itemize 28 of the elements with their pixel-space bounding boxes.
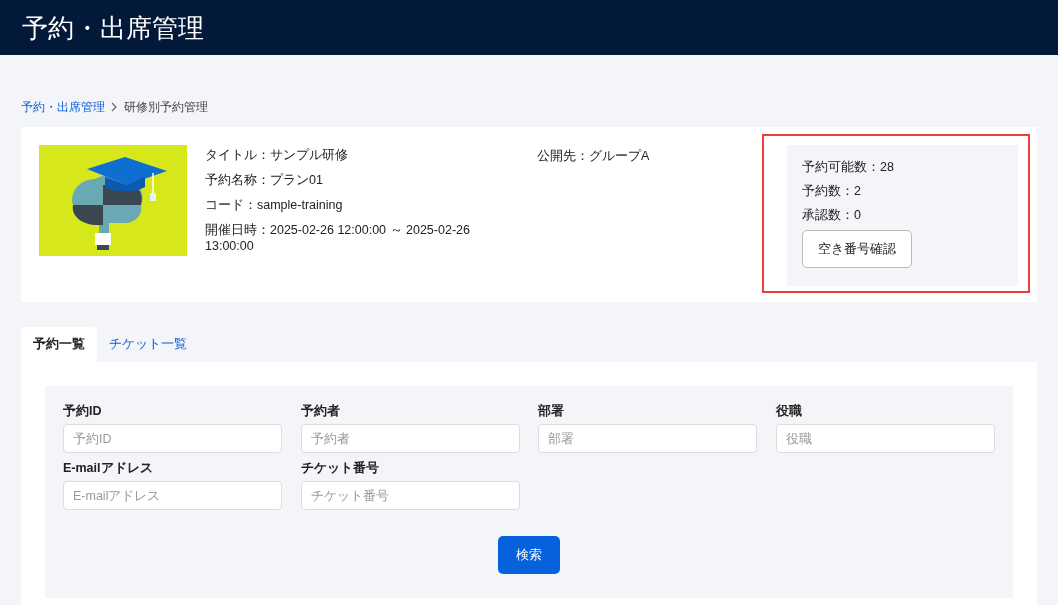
field-label: 予約ID — [63, 404, 103, 418]
training-detail: コード：sample-training — [205, 197, 344, 213]
count-text: 予約可能数：28 — [802, 160, 895, 175]
input-field[interactable]: 部署 — [538, 424, 757, 453]
input-field[interactable]: チケット番号 — [300, 481, 520, 510]
breadcrumb-current: 研修別予約管理 — [124, 98, 208, 116]
field-label: 予約者 — [300, 404, 341, 418]
training-detail: タイトル：サンプル研修 — [205, 147, 349, 163]
training-detail: 開催日時：2025-02-26 12:00:00 ～ 2025-02-26 13:00:00 — [205, 222, 471, 254]
tab[interactable]: チケット一覧 — [97, 327, 199, 362]
input-field[interactable]: E-mailアドレス — [63, 481, 282, 510]
field-label: E-mailアドレス — [63, 461, 154, 475]
page-title: 予約・出席管理 — [22, 14, 204, 41]
audience-text: 公開先：グループA — [537, 149, 650, 163]
count-text: 予約数：2 — [802, 184, 862, 199]
chevron-right-icon — [111, 101, 118, 112]
tab[interactable]: 予約一覧 — [21, 327, 97, 362]
field-label: 部署 — [538, 404, 565, 418]
vacancy-check-button[interactable]: 空き番号確認 — [802, 230, 912, 268]
input-field[interactable]: 予約ID — [63, 424, 282, 453]
count-text: 承認数：0 — [802, 208, 862, 223]
search-button[interactable]: 検索 — [498, 536, 560, 574]
field-label: チケット番号 — [300, 461, 380, 475]
breadcrumb-link[interactable]: 予約・出席管理 — [21, 97, 105, 116]
input-field[interactable]: 予約者 — [300, 424, 520, 453]
training-detail: 予約名称：プラン01 — [205, 172, 324, 188]
input-field[interactable]: 役職 — [775, 424, 995, 453]
field-label: 役職 — [775, 404, 803, 418]
